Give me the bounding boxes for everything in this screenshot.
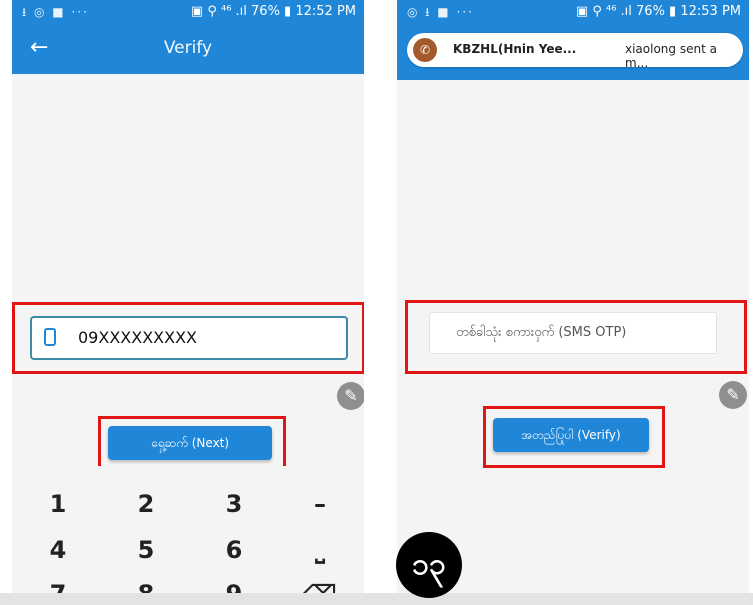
- phone-number-field[interactable]: 09XXXXXXXXX: [30, 316, 348, 360]
- page-title: Verify: [163, 38, 213, 58]
- phone-number-value: 09XXXXXXXXX: [78, 328, 198, 347]
- phone-icon: [44, 328, 56, 346]
- key-3[interactable]: 3: [214, 490, 254, 518]
- notification-sender: KBZHL(Hnin Yee...: [453, 42, 577, 56]
- left-phone-screen: ⭳ ◎ ■ ··· ▣ ⚲ ⁴⁶ .ıl 76% ▮ 12:52 PM ← Ve…: [12, 0, 364, 593]
- status-icons-left: ◎ ⭳ ■ ···: [407, 5, 474, 19]
- status-icons-right: ▣ ⚲ ⁴⁶ .ıl 76% ▮ 12:52 PM: [190, 4, 356, 19]
- edit-pencil-icon[interactable]: ✎: [719, 381, 747, 409]
- key-space[interactable]: ⎵: [300, 536, 340, 564]
- notification-banner[interactable]: ✆ KBZHL(Hnin Yee... xiaolong sent a m...: [407, 33, 743, 70]
- right-phone-screen: ◎ ⭳ ■ ··· ▣ ⚲ ⁴⁶ .ıl 76% ▮ 12:53 PM ✆ KB…: [397, 0, 749, 593]
- key-2[interactable]: 2: [126, 490, 166, 518]
- key-9[interactable]: 9: [214, 580, 254, 593]
- step-number-badge: ၁၃: [396, 532, 462, 598]
- key-minus[interactable]: –: [300, 490, 340, 518]
- key-backspace[interactable]: ⌫: [300, 580, 340, 593]
- status-icons-right: ▣ ⚲ ⁴⁶ .ıl 76% ▮ 12:53 PM: [575, 4, 741, 19]
- viber-icon: ✆: [413, 38, 437, 62]
- key-7[interactable]: 7: [38, 580, 78, 593]
- otp-placeholder: တစ်ခါသုံး စကားဝှက် (SMS OTP): [456, 325, 627, 340]
- key-8[interactable]: 8: [126, 580, 166, 593]
- status-bar: ⭳ ◎ ■ ··· ▣ ⚲ ⁴⁶ .ıl 76% ▮ 12:52 PM: [12, 0, 364, 24]
- app-bar: ← Verify: [12, 24, 364, 74]
- key-1[interactable]: 1: [38, 490, 78, 518]
- key-5[interactable]: 5: [126, 536, 166, 564]
- key-4[interactable]: 4: [38, 536, 78, 564]
- verify-button[interactable]: အတည်ပြုပါ (Verify): [493, 418, 649, 452]
- next-button[interactable]: ရှေ့ဆက် (Next): [108, 426, 272, 460]
- otp-input[interactable]: တစ်ခါသုံး စကားဝှက် (SMS OTP): [429, 312, 717, 354]
- edit-pencil-icon[interactable]: ✎: [337, 382, 364, 410]
- status-icons-left: ⭳ ◎ ■ ···: [22, 5, 89, 19]
- notification-text: xiaolong sent a m...: [625, 42, 717, 70]
- key-6[interactable]: 6: [214, 536, 254, 564]
- numeric-keypad: 1 2 3 – 4 5 6 ⎵ 7 8 9 ⌫: [12, 466, 364, 593]
- bottom-strip: [0, 593, 753, 605]
